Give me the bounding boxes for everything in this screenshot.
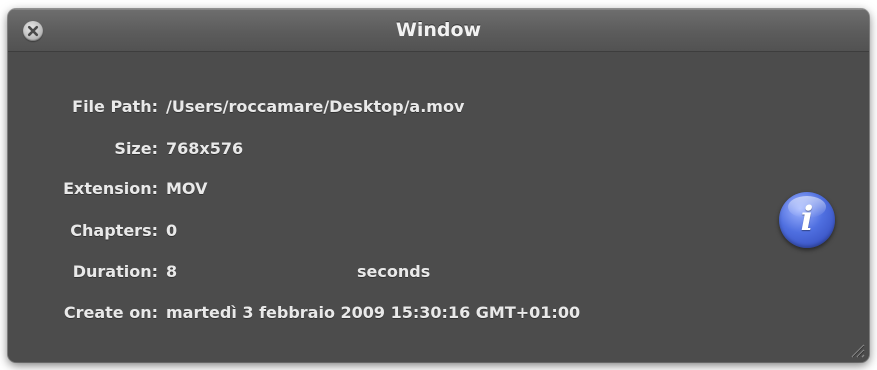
info-icon-glyph: i	[800, 199, 814, 239]
size-value: 768x576	[166, 139, 244, 158]
duration-label: Duration:	[72, 262, 158, 281]
title-bar[interactable]: Window	[8, 9, 869, 52]
extension-value: MOV	[166, 179, 208, 198]
file-path-label: File Path:	[72, 97, 158, 116]
duration-unit: seconds	[357, 262, 431, 281]
file-path-value: /Users/roccamare/Desktop/a.mov	[166, 97, 465, 116]
chapters-value: 0	[166, 221, 178, 240]
info-panel: File Path: /Users/roccamare/Desktop/a.mo…	[8, 52, 869, 362]
chapters-label: Chapters:	[70, 221, 158, 240]
size-label: Size:	[114, 139, 158, 158]
create-on-value: martedì 3 febbraio 2009 15:30:16 GMT+01:…	[166, 303, 581, 322]
info-window: Window File Path: /Users/roccamare/Deskt…	[8, 9, 869, 362]
window-title: Window	[395, 19, 482, 41]
duration-value: 8	[166, 262, 178, 281]
create-on-label: Create on:	[63, 303, 158, 322]
resize-grip-icon[interactable]	[847, 340, 865, 358]
info-icon: i	[779, 192, 835, 248]
extension-label: Extension:	[63, 179, 158, 198]
